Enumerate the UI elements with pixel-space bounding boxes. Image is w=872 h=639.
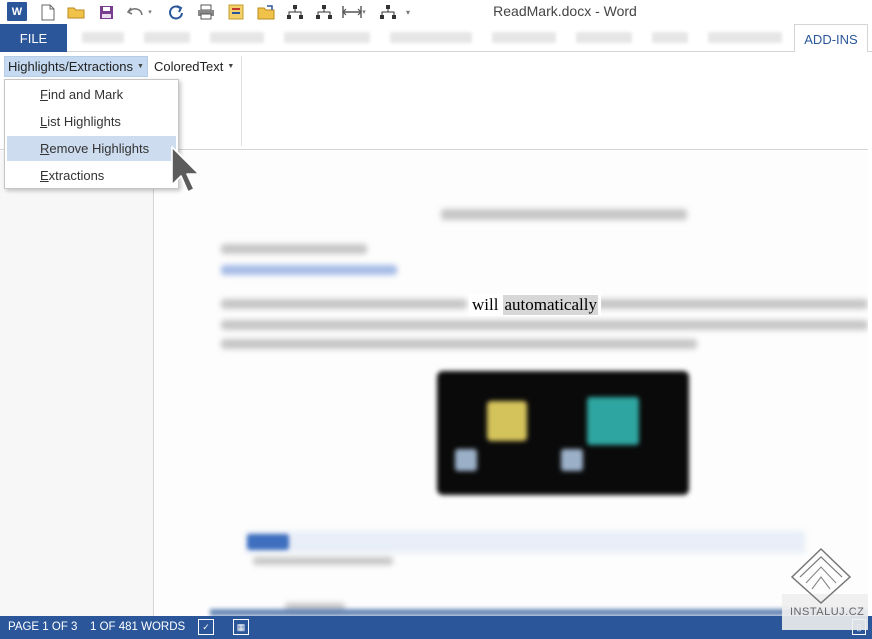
coloredtext-dropdown-label: ColoredText bbox=[154, 59, 224, 74]
page-count[interactable]: PAGE 1 OF 3 bbox=[8, 621, 77, 633]
save-icon[interactable] bbox=[96, 2, 116, 22]
ribbon-tab-row: FILE ADD-INS bbox=[0, 24, 872, 53]
document-text-line bbox=[253, 557, 393, 565]
org-chart-icon[interactable] bbox=[285, 2, 305, 22]
menu-item-extractions[interactable]: Extractions bbox=[7, 163, 176, 188]
undo-dropdown-icon[interactable]: ▾ bbox=[145, 2, 155, 22]
highlighted-text-snippet: will automatically bbox=[469, 294, 601, 316]
tab-file[interactable]: FILE bbox=[0, 24, 67, 52]
highlights-menu: Find and Mark List Highlights Remove Hig… bbox=[4, 79, 179, 189]
navigation-pane bbox=[0, 151, 154, 616]
highlighted-word: automatically bbox=[503, 295, 598, 315]
menu-item-label: emove Highlights bbox=[49, 141, 150, 156]
menu-item-label: ind and Mark bbox=[47, 87, 124, 102]
coloredtext-dropdown[interactable]: ColoredText ▼ bbox=[151, 56, 237, 77]
tab-view[interactable] bbox=[652, 32, 688, 43]
menu-item-accelerator: E bbox=[40, 168, 49, 183]
menu-item-remove-highlights[interactable]: Remove Highlights bbox=[7, 136, 176, 161]
document-text-line bbox=[595, 299, 868, 309]
tab-review[interactable] bbox=[576, 32, 632, 43]
proofing-icon[interactable]: ✓ bbox=[198, 619, 214, 635]
chevron-down-icon: ▼ bbox=[137, 63, 144, 70]
ruler-dropdown-icon[interactable]: ▾ bbox=[359, 2, 369, 22]
menu-item-label: ist Highlights bbox=[47, 114, 121, 129]
chevron-down-icon: ▼ bbox=[227, 63, 235, 70]
document-text-line bbox=[221, 299, 467, 309]
title-bar: W ▾ ▾ ▾ ReadMark.docx - Word bbox=[0, 0, 872, 24]
word-app-icon[interactable]: W bbox=[7, 2, 27, 21]
document-screenshot-strip bbox=[245, 531, 805, 553]
document-link[interactable] bbox=[221, 265, 397, 275]
document-image bbox=[437, 371, 689, 495]
tab-insert[interactable] bbox=[144, 32, 190, 43]
menu-item-accelerator: F bbox=[40, 87, 48, 102]
status-bar: PAGE 1 OF 3 1 OF 481 WORDS ✓ ▦ ▯ bbox=[0, 616, 872, 639]
tab-design[interactable] bbox=[210, 32, 264, 43]
document-heading bbox=[441, 209, 687, 220]
document-word: will bbox=[472, 295, 499, 314]
highlights-dropdown-label: Highlights/Extractions bbox=[8, 59, 133, 74]
new-document-icon[interactable] bbox=[38, 2, 58, 22]
document-author-line bbox=[221, 244, 367, 254]
org-chart-icon-2[interactable] bbox=[314, 2, 334, 22]
word-count[interactable]: 1 OF 481 WORDS bbox=[90, 621, 185, 633]
watermark-logo-icon bbox=[790, 547, 852, 605]
tab-references[interactable] bbox=[390, 32, 472, 43]
menu-item-find-and-mark[interactable]: Find and Mark bbox=[7, 82, 176, 107]
menu-item-list-highlights[interactable]: List Highlights bbox=[7, 109, 176, 134]
mouse-cursor-icon bbox=[171, 146, 200, 193]
document-text-line bbox=[221, 339, 697, 349]
document-text-line bbox=[221, 320, 868, 330]
tab-page-layout[interactable] bbox=[284, 32, 370, 43]
folder-icon[interactable] bbox=[256, 2, 276, 22]
tab-mailings[interactable] bbox=[492, 32, 556, 43]
document-screenshot-accent bbox=[247, 534, 289, 550]
open-document-icon[interactable] bbox=[226, 2, 246, 22]
document-blurred-bar bbox=[210, 609, 868, 616]
menu-item-accelerator: L bbox=[40, 114, 48, 129]
org-chart-icon-3[interactable] bbox=[378, 2, 398, 22]
menu-item-label: xtractions bbox=[48, 168, 105, 183]
open-folder-icon[interactable] bbox=[66, 2, 86, 22]
menu-item-accelerator: R bbox=[40, 141, 50, 156]
undo-icon[interactable] bbox=[126, 2, 146, 22]
redo-icon[interactable] bbox=[166, 2, 186, 22]
macro-record-icon[interactable]: ▦ bbox=[233, 619, 249, 635]
ribbon-group-divider bbox=[241, 56, 242, 146]
print-icon[interactable] bbox=[196, 2, 216, 22]
window-title: ReadMark.docx - Word bbox=[493, 3, 637, 19]
customize-toolbar-icon[interactable]: ▾ bbox=[402, 2, 414, 22]
watermark-text: INSTALUJ.CZ bbox=[790, 606, 865, 618]
tab-add-ins[interactable]: ADD-INS bbox=[794, 24, 868, 53]
document-canvas[interactable] bbox=[155, 151, 868, 616]
tab-developer[interactable] bbox=[708, 32, 782, 43]
tab-home[interactable] bbox=[82, 32, 124, 43]
highlights-extractions-dropdown[interactable]: Highlights/Extractions ▼ bbox=[4, 56, 148, 77]
